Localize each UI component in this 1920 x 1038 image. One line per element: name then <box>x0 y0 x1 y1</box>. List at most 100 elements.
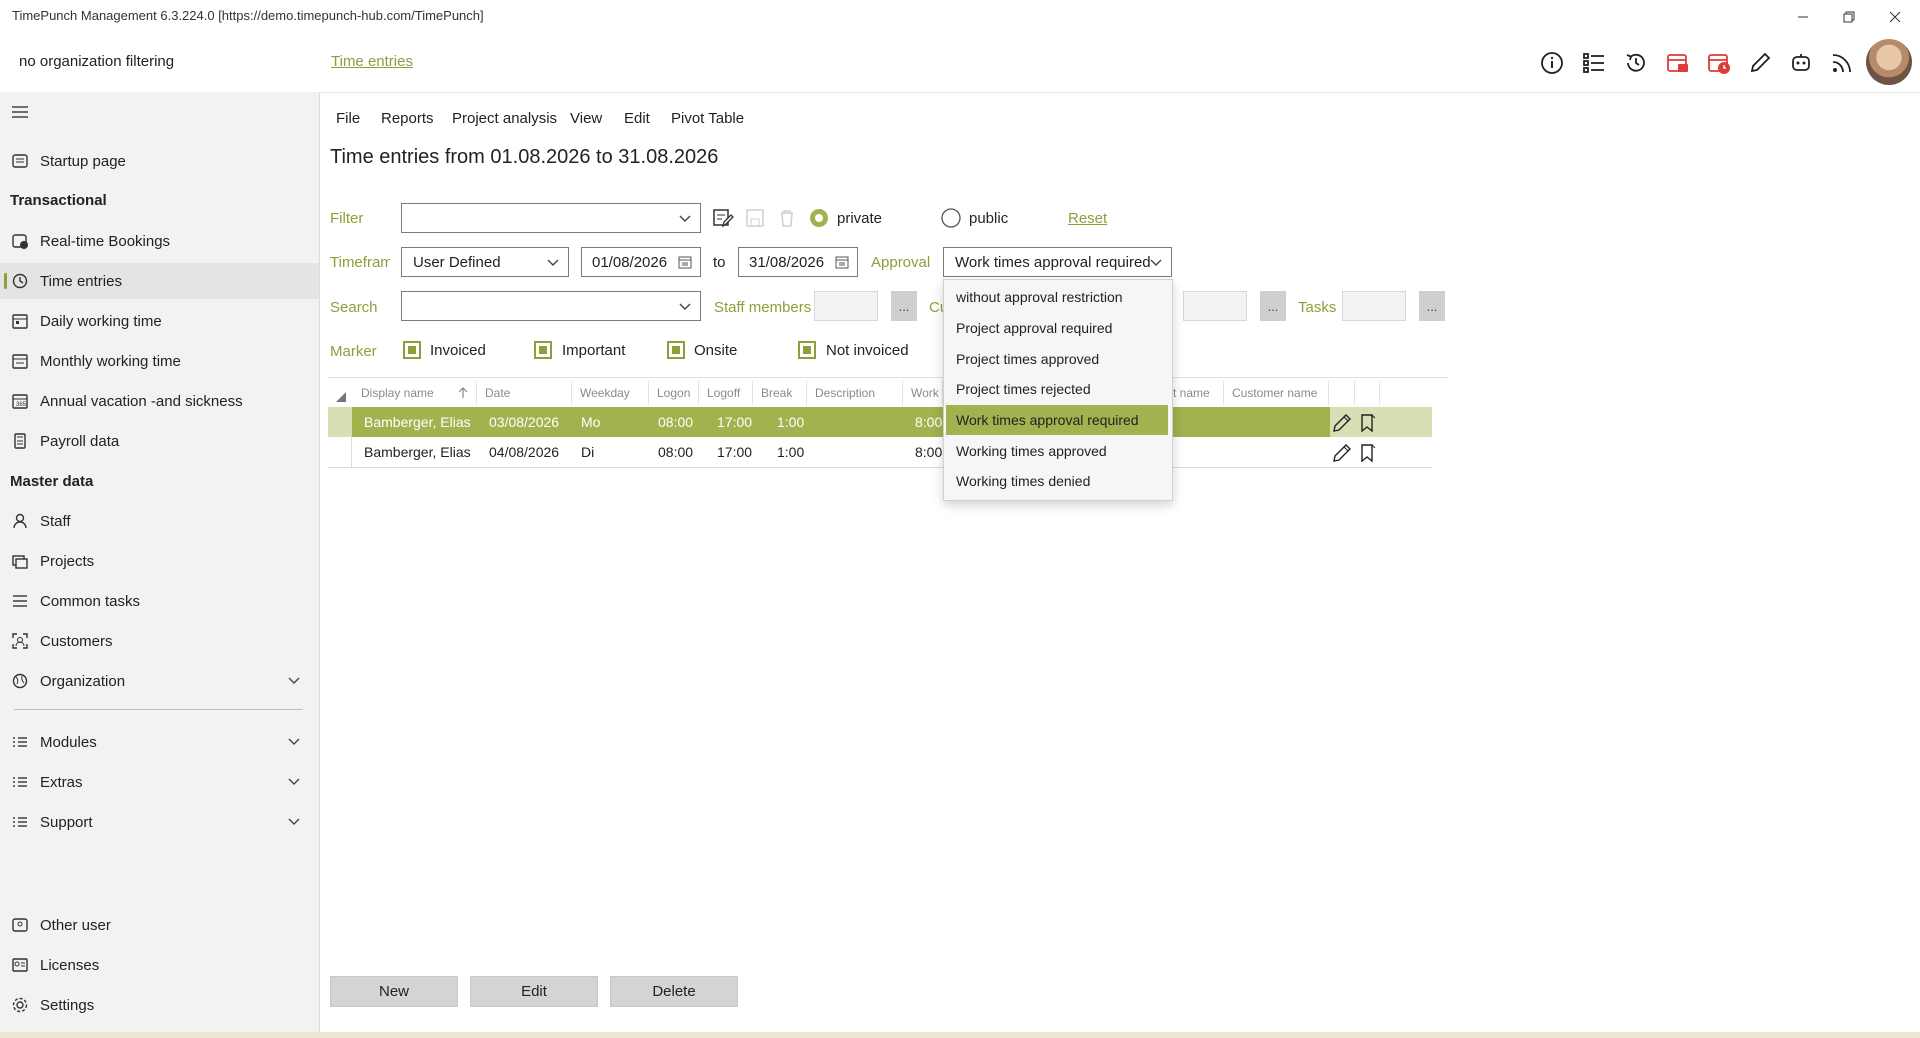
bookmark-icon[interactable] <box>1358 443 1378 463</box>
rss-icon[interactable] <box>1827 48 1857 78</box>
sidebar-item-projects[interactable]: Projects <box>0 543 319 579</box>
menu-reports[interactable]: Reports <box>381 110 434 127</box>
staff-members-input[interactable] <box>814 291 878 321</box>
approval-option[interactable]: without approval restriction <box>946 282 1168 312</box>
approval-option[interactable]: Project times rejected <box>946 374 1168 404</box>
history-icon[interactable] <box>1621 48 1651 78</box>
calendar-icon[interactable] <box>678 255 692 269</box>
timeframe-label: Timeframe <box>330 254 390 271</box>
row-header[interactable] <box>328 407 352 437</box>
extras-icon <box>0 774 40 790</box>
customers-input[interactable] <box>1183 291 1247 321</box>
sidebar-item-realtime-bookings[interactable]: Real-time Bookings <box>0 223 319 259</box>
column-header-weekday[interactable]: Weekday <box>572 381 649 405</box>
not-invoiced-checkbox[interactable] <box>798 341 816 359</box>
search-select[interactable] <box>401 291 701 321</box>
sidebar-item-annual-vacation[interactable]: 365 Annual vacation -and sickness <box>0 383 319 419</box>
reset-link[interactable]: Reset <box>1068 210 1107 227</box>
sidebar-item-organization[interactable]: Organization <box>0 663 319 699</box>
pencil-icon[interactable] <box>1745 48 1775 78</box>
table-row[interactable]: Bamberger, Elias 03/08/2026 Mo 08:00 17:… <box>328 407 1432 437</box>
sidebar-item-settings[interactable]: Settings <box>0 987 319 1023</box>
sidebar-item-support[interactable]: Support <box>0 804 319 840</box>
edit-filter-icon[interactable] <box>712 207 734 229</box>
sidebar-item-customers[interactable]: Customers <box>0 623 319 659</box>
sidebar-item-licenses[interactable]: Licenses <box>0 947 319 983</box>
sidebar-item-payroll-data[interactable]: Payroll data <box>0 423 319 459</box>
close-button[interactable] <box>1872 4 1918 30</box>
sidebar-item-startup[interactable]: Startup page <box>0 143 319 179</box>
column-header-break[interactable]: Break <box>753 381 807 405</box>
tasks-input[interactable] <box>1342 291 1406 321</box>
column-header-date[interactable]: Date <box>477 381 572 405</box>
approval-option[interactable]: Working times denied <box>946 466 1168 496</box>
minimize-button[interactable] <box>1780 4 1826 30</box>
column-header-work[interactable]: Work <box>903 381 943 405</box>
new-button[interactable]: New <box>330 976 458 1007</box>
hamburger-menu-icon[interactable] <box>10 104 30 120</box>
staff-members-picker-button[interactable]: ... <box>891 291 917 321</box>
invoiced-checkbox[interactable] <box>403 341 421 359</box>
delete-button[interactable]: Delete <box>610 976 738 1007</box>
select-all-corner-icon[interactable] <box>336 392 346 402</box>
date-to-picker[interactable]: 31/08/2026 <box>738 247 858 277</box>
filter-select[interactable] <box>401 203 701 233</box>
chevron-down-icon[interactable] <box>287 814 301 828</box>
save-filter-icon[interactable] <box>745 208 765 228</box>
bookmark-icon[interactable] <box>1358 413 1378 433</box>
sidebar-item-daily-working-time[interactable]: Daily working time <box>0 303 319 339</box>
column-header-logon[interactable]: Logon <box>649 381 699 405</box>
private-radio[interactable] <box>809 208 829 228</box>
edit-button[interactable]: Edit <box>470 976 598 1007</box>
edit-row-icon[interactable] <box>1332 443 1352 463</box>
important-checkbox[interactable] <box>534 341 552 359</box>
column-header-task-name[interactable]: t name <box>1165 381 1224 405</box>
approval-option[interactable]: Working times approved <box>946 436 1168 466</box>
chevron-down-icon[interactable] <box>287 734 301 748</box>
list-icon[interactable] <box>1579 48 1609 78</box>
approval-option[interactable]: Project approval required <box>946 313 1168 343</box>
approval-option[interactable]: Project times approved <box>946 344 1168 374</box>
column-header-logoff[interactable]: Logoff <box>699 381 753 405</box>
timeframe-select[interactable]: User Defined <box>401 247 569 277</box>
tasks-picker-button[interactable]: ... <box>1419 291 1445 321</box>
calendar-clock-icon[interactable] <box>1704 48 1734 78</box>
sidebar-item-time-entries[interactable]: Time entries <box>0 263 319 299</box>
menu-file[interactable]: File <box>336 110 360 127</box>
sidebar-item-other-user[interactable]: Other user <box>0 907 319 943</box>
sidebar-item-monthly-working-time[interactable]: Monthly working time <box>0 343 319 379</box>
sidebar-item-staff[interactable]: Staff <box>0 503 319 539</box>
approval-select[interactable]: Work times approval required <box>943 247 1172 277</box>
column-header-description[interactable]: Description <box>807 381 903 405</box>
sidebar-item-modules[interactable]: Modules <box>0 724 319 760</box>
sidebar-item-extras[interactable]: Extras <box>0 764 319 800</box>
table-row[interactable]: Bamberger, Elias 04/08/2026 Di 08:00 17:… <box>328 437 1432 468</box>
approval-option-selected[interactable]: Work times approval required <box>946 405 1168 435</box>
breadcrumb[interactable]: Time entries <box>331 53 413 70</box>
avatar[interactable] <box>1866 39 1912 85</box>
calendar-icon[interactable] <box>835 255 849 269</box>
customers-picker-button[interactable]: ... <box>1260 291 1286 321</box>
delete-filter-icon[interactable] <box>777 208 797 228</box>
dashboard-icon <box>0 153 40 169</box>
onsite-checkbox[interactable] <box>667 341 685 359</box>
menu-pivot-table[interactable]: Pivot Table <box>671 110 744 127</box>
public-radio[interactable] <box>941 208 961 228</box>
menu-view[interactable]: View <box>570 110 602 127</box>
timeframe-value: User Defined <box>413 254 501 271</box>
sidebar-item-common-tasks[interactable]: Common tasks <box>0 583 319 619</box>
chevron-down-icon[interactable] <box>287 774 301 788</box>
column-header-customer-name[interactable]: Customer name <box>1224 381 1329 405</box>
date-from-picker[interactable]: 01/08/2026 <box>581 247 701 277</box>
edit-row-icon[interactable] <box>1332 413 1352 433</box>
organization-filter[interactable]: no organization filtering <box>19 53 174 70</box>
license-icon <box>0 957 40 973</box>
menu-edit[interactable]: Edit <box>624 110 650 127</box>
restore-button[interactable] <box>1826 4 1872 30</box>
info-icon[interactable] <box>1537 48 1567 78</box>
robot-icon[interactable] <box>1786 48 1816 78</box>
column-header-display-name[interactable]: Display name <box>353 381 477 405</box>
calendar-briefcase-icon[interactable] <box>1663 48 1693 78</box>
menu-project-analysis[interactable]: Project analysis <box>452 110 557 127</box>
chevron-down-icon[interactable] <box>287 673 301 687</box>
